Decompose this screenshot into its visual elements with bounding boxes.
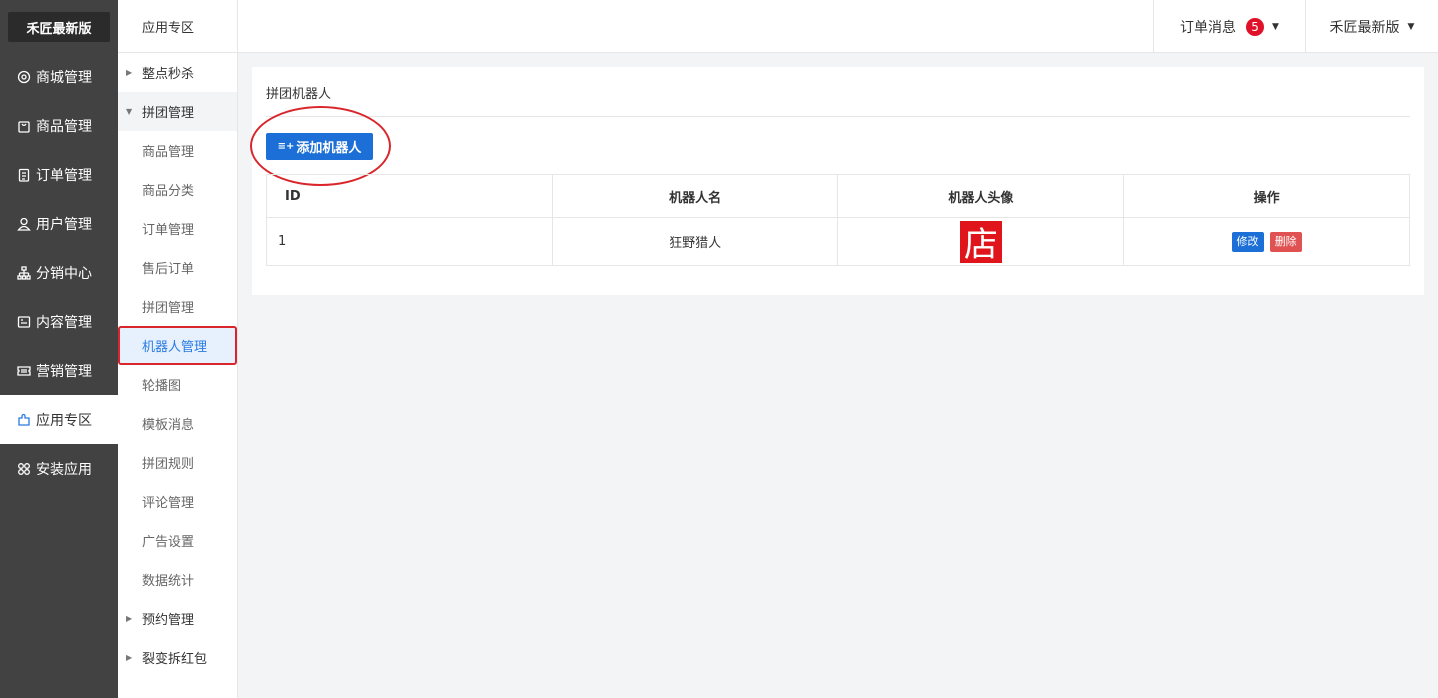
column-header-id: ID [266, 174, 553, 218]
content-icon [16, 314, 31, 329]
order-messages-dropdown[interactable]: 订单消息 5 ▼ [1153, 0, 1305, 53]
nav-label: 商品管理 [36, 118, 92, 135]
clipboard-icon [16, 167, 31, 182]
top-header: 订单消息 5 ▼ 禾匠最新版 ▼ [238, 0, 1438, 53]
puzzle-icon [16, 412, 31, 427]
submenu-title: 应用专区 [118, 0, 237, 53]
submenu-group-label: 裂变拆红包 [142, 652, 208, 667]
nav-label: 用户管理 [36, 216, 92, 233]
robot-panel: 拼团机器人 ≡+ 添加机器人 ID 机器人名 机器人头像 操作 1 狂野猎人 店… [250, 67, 1424, 295]
nav-label: 应用专区 [36, 412, 92, 429]
submenu-item-comments[interactable]: 评论管理 [118, 482, 237, 521]
title-divider [266, 116, 1410, 117]
nav-item-apps[interactable]: 应用专区 [0, 395, 118, 444]
caret-down-icon: ▼ [126, 107, 133, 116]
submenu-group-booking[interactable]: ▶ 预约管理 [118, 599, 237, 638]
page-title: 拼团机器人 [266, 87, 332, 102]
main-nav: 商城管理 商品管理 订单管理 用户管理 分销中心 内容管理 营销管理 应用专区 [0, 52, 118, 493]
caret-right-icon: ▶ [126, 653, 133, 662]
submenu-group-label: 整点秒杀 [142, 67, 195, 82]
gear-icon [16, 69, 31, 84]
chevron-down-icon: ▼ [1272, 21, 1279, 32]
robot-table: ID 机器人名 机器人头像 操作 1 狂野猎人 店 修改 删除 [266, 174, 1410, 266]
submenu-group-label: 预约管理 [142, 613, 195, 628]
cell-avatar: 店 [837, 217, 1125, 266]
secondary-menu: 应用专区 ▶ 整点秒杀 ▼ 拼团管理 商品管理 商品分类 订单管理 售后订单 拼… [118, 0, 238, 698]
submenu-item-ads[interactable]: 广告设置 [118, 521, 237, 560]
user-name: 禾匠最新版 [1329, 19, 1400, 36]
caret-right-icon: ▶ [126, 68, 133, 77]
nav-item-marketing[interactable]: 营销管理 [0, 346, 118, 395]
submenu-item-banner[interactable]: 轮播图 [118, 365, 237, 404]
submenu-item-templates[interactable]: 模板消息 [118, 404, 237, 443]
table-header-row: ID 机器人名 机器人头像 操作 [266, 174, 1410, 218]
nav-label: 订单管理 [36, 167, 92, 184]
submenu-item-robots[interactable]: 机器人管理 [118, 326, 237, 365]
submenu-group-red-packet[interactable]: ▶ 裂变拆红包 [118, 638, 237, 677]
add-list-icon: ≡+ [277, 141, 295, 152]
submenu-item-orders[interactable]: 订单管理 [118, 209, 237, 248]
ticket-icon [16, 363, 31, 378]
caret-right-icon: ▶ [126, 614, 133, 623]
submenu-item-after-sale[interactable]: 售后订单 [118, 248, 237, 287]
submenu-group-group-buy[interactable]: ▼ 拼团管理 [118, 92, 237, 131]
main-sidebar: 禾匠最新版 商城管理 商品管理 订单管理 用户管理 分销中心 内容管理 营销管理 [0, 0, 118, 698]
brand-logo[interactable]: 禾匠最新版 [8, 12, 110, 42]
nav-label: 分销中心 [36, 265, 92, 282]
submenu-item-stats[interactable]: 数据统计 [118, 560, 237, 599]
submenu-group-flash-sale[interactable]: ▶ 整点秒杀 [118, 53, 237, 92]
nav-item-install[interactable]: 安装应用 [0, 444, 118, 493]
submenu-group-label: 拼团管理 [142, 106, 195, 121]
nav-label: 安装应用 [36, 461, 92, 478]
submenu-item-group-manage[interactable]: 拼团管理 [118, 287, 237, 326]
user-icon [16, 216, 31, 231]
chevron-down-icon: ▼ [1407, 21, 1415, 32]
bag-icon [16, 118, 31, 133]
add-robot-button[interactable]: ≡+ 添加机器人 [266, 133, 373, 160]
nav-label: 商城管理 [36, 69, 92, 86]
edit-button[interactable]: 修改 [1231, 231, 1264, 252]
robot-avatar-image: 店 [959, 220, 1002, 265]
nav-label: 内容管理 [36, 314, 92, 331]
nav-item-distribution[interactable]: 分销中心 [0, 248, 118, 297]
nav-item-mall[interactable]: 商城管理 [0, 52, 118, 101]
cell-id: 1 [266, 217, 553, 266]
submenu-item-categories[interactable]: 商品分类 [118, 170, 237, 209]
nav-label: 营销管理 [36, 363, 92, 380]
user-menu-dropdown[interactable]: 禾匠最新版 ▼ [1305, 0, 1438, 53]
column-header-name: 机器人名 [551, 174, 839, 218]
nav-item-content[interactable]: 内容管理 [0, 297, 118, 346]
order-messages-label: 订单消息 [1180, 19, 1237, 36]
cell-actions: 修改 删除 [1123, 217, 1410, 266]
delete-button[interactable]: 删除 [1269, 231, 1302, 252]
nav-item-orders[interactable]: 订单管理 [0, 150, 118, 199]
submenu-item-goods[interactable]: 商品管理 [118, 131, 237, 170]
column-header-actions: 操作 [1123, 174, 1410, 218]
table-row: 1 狂野猎人 店 修改 删除 [266, 217, 1410, 266]
message-count-badge: 5 [1246, 17, 1265, 36]
add-robot-label: 添加机器人 [296, 141, 362, 156]
cell-name: 狂野猎人 [551, 217, 839, 266]
submenu-item-rules[interactable]: 拼团规则 [118, 443, 237, 482]
hierarchy-icon [16, 265, 31, 280]
nav-item-users[interactable]: 用户管理 [0, 199, 118, 248]
nav-item-goods[interactable]: 商品管理 [0, 101, 118, 150]
column-header-avatar: 机器人头像 [837, 174, 1125, 218]
grid-icon [16, 461, 31, 476]
